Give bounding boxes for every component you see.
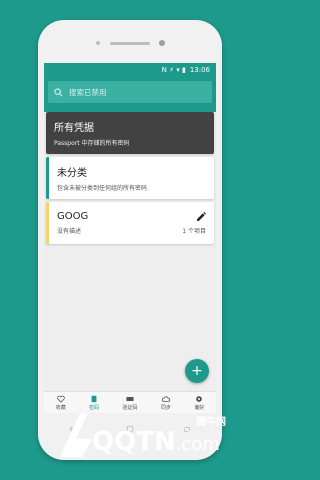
heart-icon [56, 395, 65, 403]
watermark-brand: QQTN [92, 427, 176, 457]
category-description: 没有描述 [57, 228, 82, 235]
gear-icon [196, 395, 203, 402]
item-count: 1 个项目 [182, 228, 206, 235]
watermark: QQTN.com 腾牛网 [0, 405, 261, 480]
phone-frame: N ⚡ ▾ ▮ 13:06 搜索已禁用 所有凭据 Passport 中存储的所有… [38, 20, 222, 460]
speaker-grille [110, 42, 150, 45]
status-icons: N ⚡ ▾ ▮ [161, 65, 186, 74]
front-camera [159, 40, 165, 46]
search-icon [54, 87, 63, 96]
watermark-text: QQTN.com [92, 427, 220, 457]
cloud-icon [161, 395, 170, 402]
category-title: 所有凭据 [54, 123, 94, 134]
category-all-credentials[interactable]: 所有凭据 Passport 中存储的所有密码 [46, 112, 214, 154]
book-icon [91, 395, 97, 402]
watermark-cn: 腾牛网 [196, 417, 226, 428]
phone-top-bezel [38, 20, 222, 63]
category-uncategorized[interactable]: 未分类 包含未被分类到任何组的所有密码 [46, 157, 214, 199]
category-description: 包含未被分类到任何组的所有密码 [57, 185, 148, 192]
category-title: GOOG [57, 211, 89, 222]
category-title: 未分类 [57, 168, 87, 179]
sensor-dot [96, 41, 100, 45]
category-goog[interactable]: GOOG 没有描述 1 个项目 [46, 202, 214, 244]
app-bar: 搜索已禁用 [44, 76, 216, 112]
search-placeholder: 搜索已禁用 [69, 87, 107, 97]
status-bar: N ⚡ ▾ ▮ 13:06 [44, 63, 216, 76]
watermark-domain: .com [175, 434, 220, 455]
status-time: 13:06 [189, 65, 210, 74]
add-button[interactable]: + [185, 359, 209, 383]
category-description: Passport 中存储的所有密码 [54, 140, 130, 147]
edit-pencil-icon[interactable] [196, 211, 206, 222]
search-input[interactable]: 搜索已禁用 [48, 81, 212, 103]
app-screen: N ⚡ ▾ ▮ 13:06 搜索已禁用 所有凭据 Passport 中存储的所有… [44, 63, 216, 413]
pin-icon [126, 396, 134, 401]
